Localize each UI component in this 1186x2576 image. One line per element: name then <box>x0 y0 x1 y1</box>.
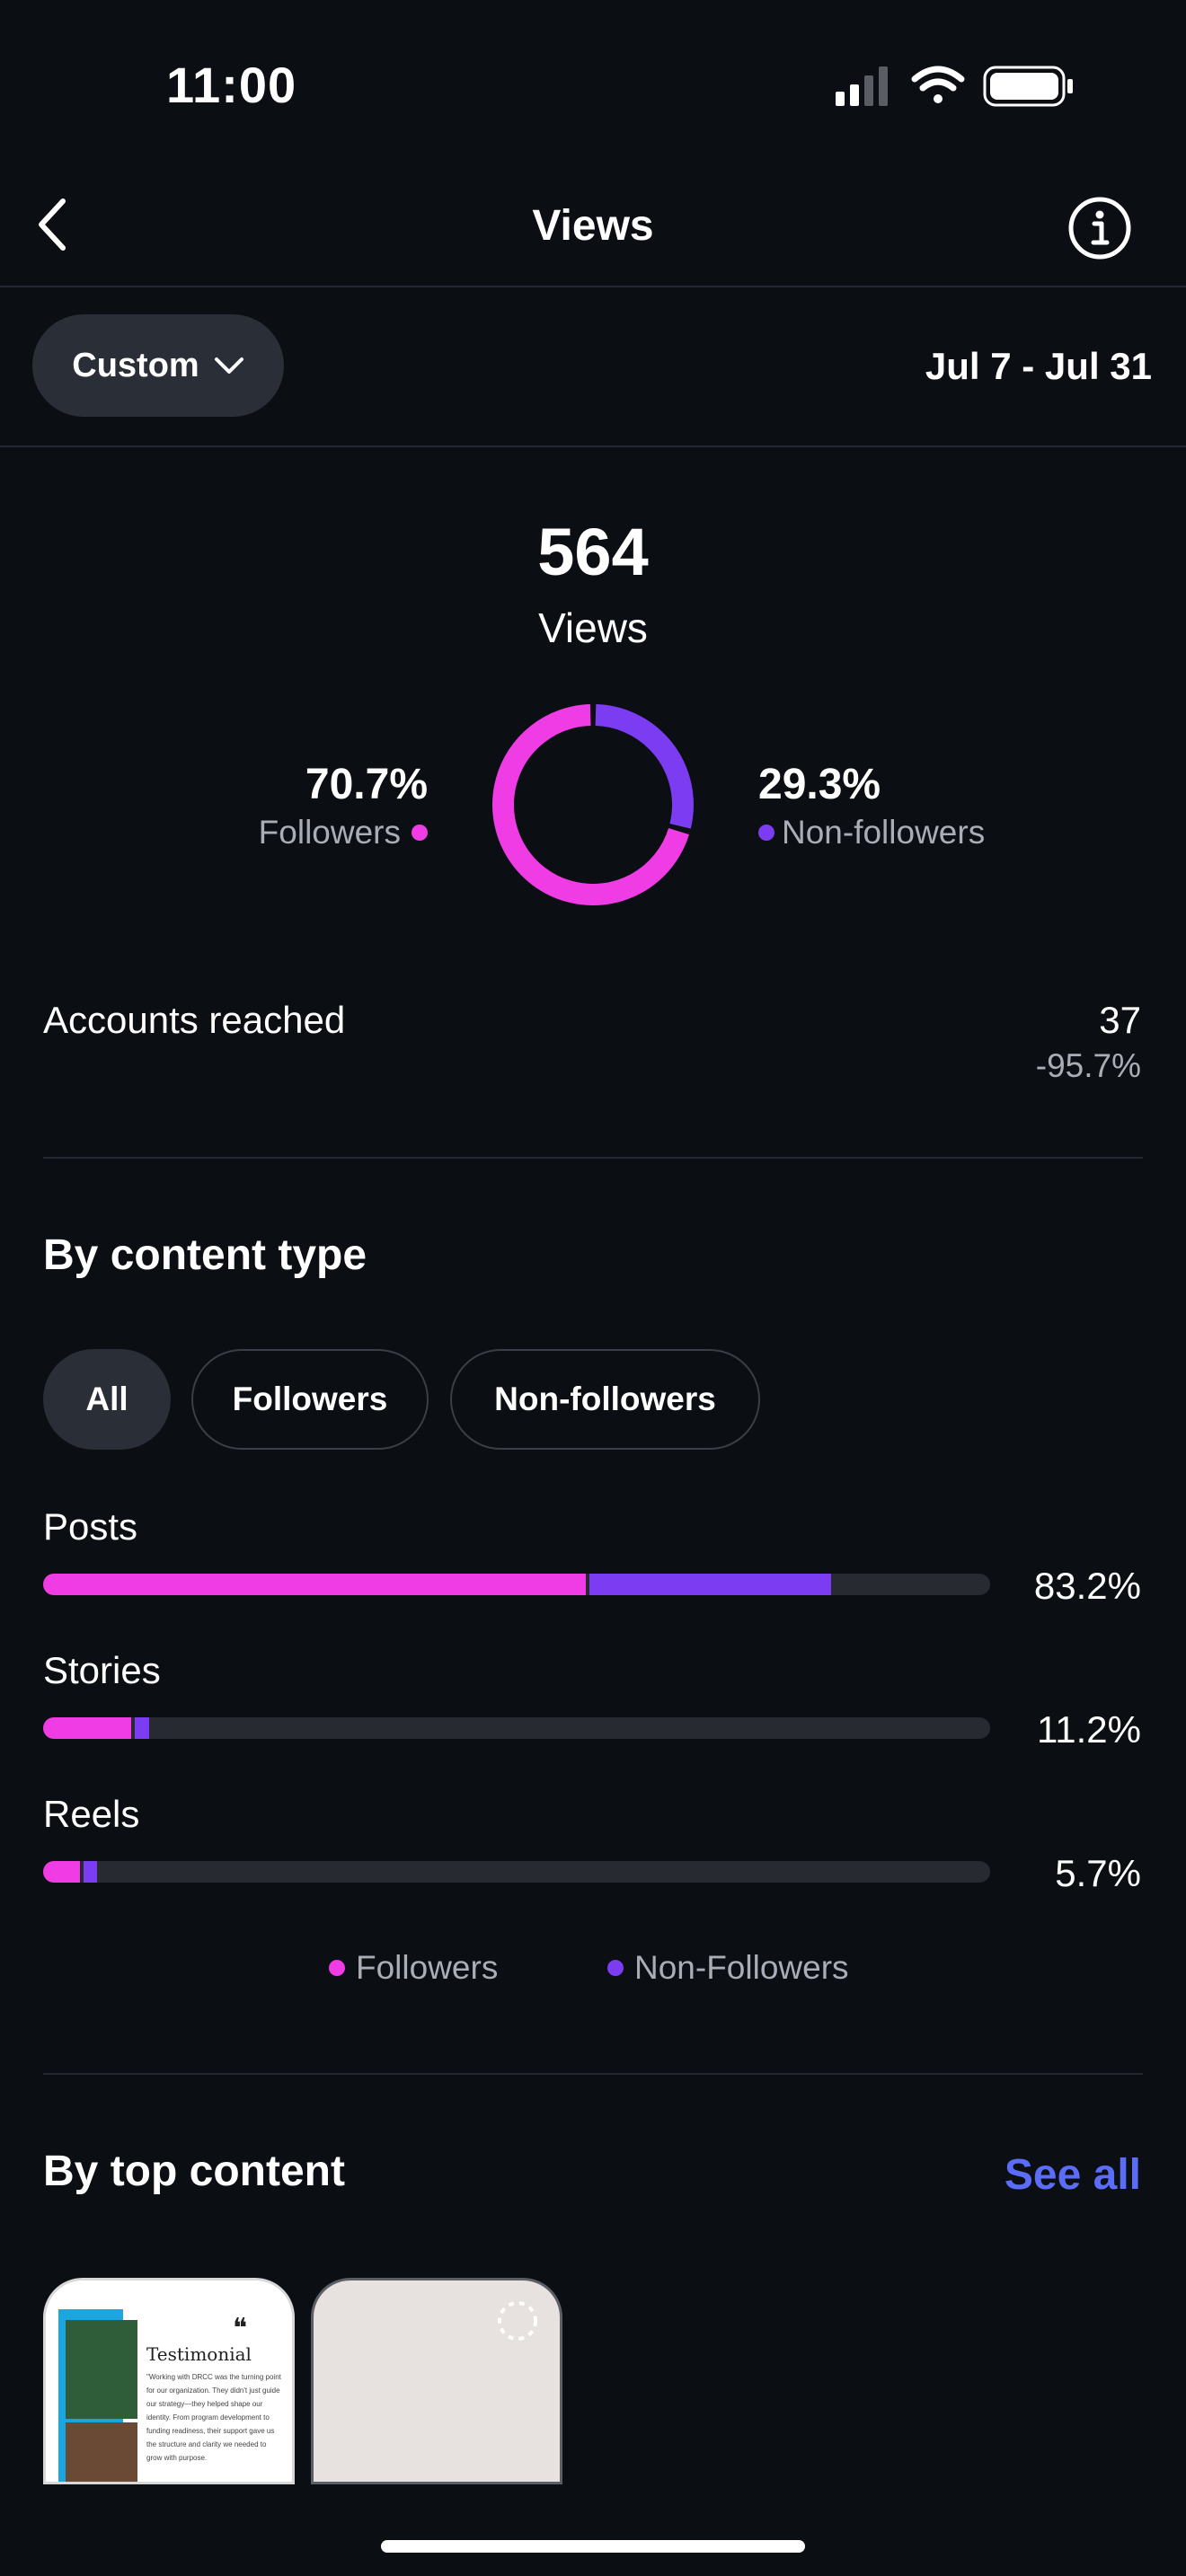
top-content-thumbnail[interactable] <box>311 2278 562 2484</box>
page-title: Views <box>532 202 654 250</box>
followers-legend-label: Followers <box>258 814 401 851</box>
posts-label: Posts <box>43 1505 138 1548</box>
period-label: Custom <box>72 346 199 384</box>
reels-bar <box>43 1861 990 1883</box>
section-divider <box>43 2073 1143 2075</box>
reels-followers-segment <box>43 1861 81 1883</box>
nonfollowers-legend: Non-followers <box>758 814 985 851</box>
stories-label: Stories <box>43 1649 161 1691</box>
stories-percentage: 11.2% <box>1037 1708 1141 1751</box>
stories-bar <box>43 1717 990 1739</box>
battery-icon <box>983 66 1073 107</box>
nonfollowers-percentage: 29.3% <box>758 761 881 808</box>
legend-nonfollowers: Non-Followers <box>607 1949 849 1987</box>
status-time: 11:00 <box>166 57 297 113</box>
posts-percentage: 83.2% <box>1033 1565 1141 1607</box>
views-donut-chart <box>492 704 694 905</box>
posts-followers-segment <box>43 1574 586 1595</box>
home-indicator[interactable] <box>381 2540 805 2553</box>
header-divider <box>0 286 1186 287</box>
quote-icon: ❝ <box>233 2313 248 2344</box>
reels-nonfollowers-segment <box>84 1861 98 1883</box>
status-icons <box>836 66 1073 107</box>
tab-all[interactable]: All <box>43 1349 171 1450</box>
tab-non-followers[interactable]: Non-followers <box>450 1349 760 1450</box>
nonfollowers-legend-label: Non-followers <box>782 814 986 851</box>
total-views: 564 <box>537 515 649 589</box>
stories-nonfollowers-segment <box>135 1717 150 1739</box>
accounts-reached-label: Accounts reached <box>43 999 346 1041</box>
thumbnail-photo <box>66 2320 137 2419</box>
followers-legend: Followers <box>259 814 428 851</box>
thumbnail-quote: "Working with DRCC was the turning point… <box>146 2373 281 2462</box>
legend-nonfollowers-label: Non-Followers <box>634 1949 849 1986</box>
wifi-icon <box>911 66 965 103</box>
top-content-thumbnail[interactable]: ❝ Testimonial "Working with DRCC was the… <box>43 2278 295 2484</box>
accounts-reached-change: -95.7% <box>1035 1047 1141 1084</box>
date-range[interactable]: Jul 7 - Jul 31 <box>925 345 1152 388</box>
legend-followers-label: Followers <box>356 1949 499 1986</box>
thumbnail-heading: Testimonial <box>146 2343 252 2365</box>
chevron-down-icon <box>214 357 243 374</box>
thumbnail-photo <box>66 2422 137 2482</box>
period-dropdown[interactable]: Custom <box>32 314 284 417</box>
top-content-title: By top content <box>43 2148 345 2195</box>
info-icon[interactable] <box>1067 196 1132 260</box>
legend-followers-dot <box>329 1960 345 1976</box>
stories-followers-segment <box>43 1717 132 1739</box>
reels-label: Reels <box>43 1793 140 1835</box>
posts-nonfollowers-segment <box>589 1574 831 1595</box>
nonfollowers-dot <box>758 825 774 841</box>
followers-dot <box>412 825 428 841</box>
legend-followers: Followers <box>329 1949 498 1987</box>
filter-divider <box>0 446 1186 447</box>
cellular-signal-icon <box>836 66 888 106</box>
reels-percentage: 5.7% <box>1055 1852 1141 1894</box>
loading-spinner-icon <box>498 2301 537 2341</box>
tab-followers[interactable]: Followers <box>191 1349 429 1450</box>
content-type-title: By content type <box>43 1231 367 1279</box>
posts-bar <box>43 1574 990 1595</box>
followers-percentage: 70.7% <box>305 761 428 808</box>
section-divider <box>43 1157 1143 1159</box>
legend-nonfollowers-dot <box>607 1960 624 1976</box>
total-views-label: Views <box>538 604 648 651</box>
accounts-reached-value: 37 <box>1099 999 1141 1041</box>
see-all-link[interactable]: See all <box>1005 2150 1141 2200</box>
